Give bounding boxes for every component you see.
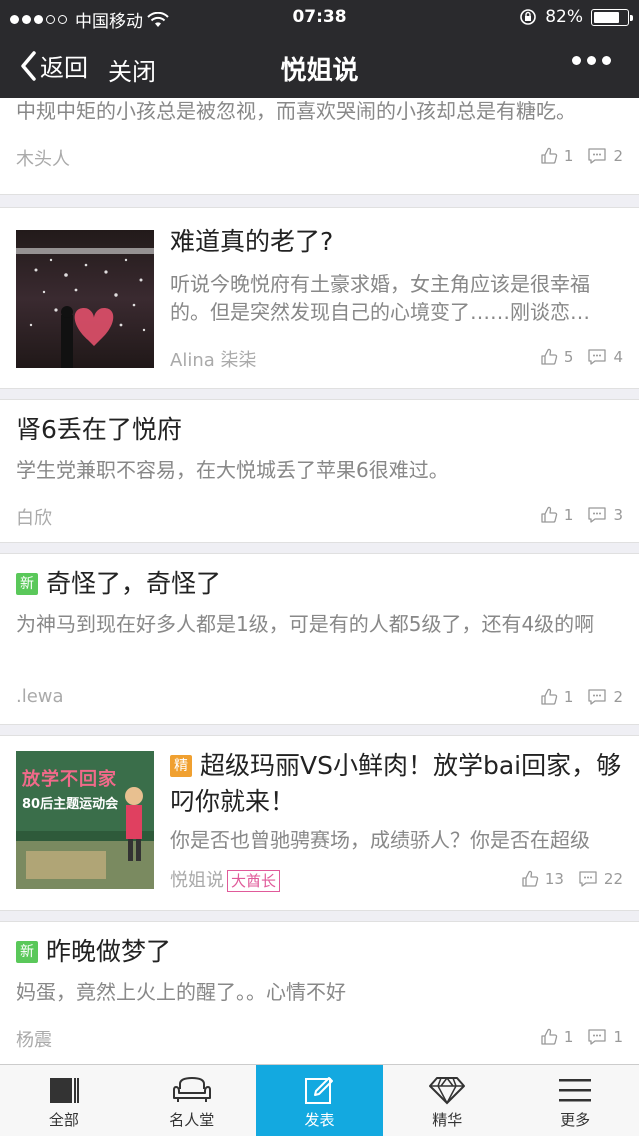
- tab-all[interactable]: 全部: [0, 1065, 128, 1136]
- post-excerpt: 学生党兼职不容易，在大悦城丢了苹果6很难过。: [16, 458, 449, 482]
- tab-label: 发表: [304, 1111, 335, 1129]
- post-card[interactable]: 放学不回家 80后主题运动会 精超级玛丽VS小鲜肉！放学bai回家，够叼你就来！…: [0, 735, 639, 911]
- post-card[interactable]: 难道真的老了? 听说今晚悦府有土豪求婚，女主角应该是很幸福的。但是突然发现自己的…: [0, 207, 639, 389]
- post-author[interactable]: 木头人: [16, 145, 70, 171]
- post-card[interactable]: 新奇怪了，奇怪了 为神马到现在好多人都是1级，可是有的人都5级了，还有4级的啊 …: [0, 553, 639, 725]
- post-author[interactable]: Alina 柒柒: [170, 346, 256, 372]
- new-badge: 新: [16, 941, 38, 963]
- post-title: 超级玛丽VS小鲜肉！放学bai回家，够叼你就来！: [170, 751, 622, 816]
- all-icon: [49, 1078, 79, 1103]
- post-author[interactable]: 悦姐说: [170, 870, 224, 891]
- comment-icon: [588, 1029, 607, 1045]
- post-title-row: 精超级玛丽VS小鲜肉！放学bai回家，够叼你就来！: [170, 748, 630, 820]
- tab-label: 更多: [560, 1111, 591, 1129]
- status-bar: 中国移动 07:38 82%: [0, 0, 639, 34]
- tab-compose[interactable]: 发表: [255, 1065, 384, 1136]
- post-title: 难道真的老了?: [170, 227, 334, 256]
- comment-count: 4: [613, 348, 623, 366]
- like-stat[interactable]: 5: [540, 348, 574, 366]
- battery-percent: 82%: [545, 7, 583, 27]
- post-author-row: 悦姐说 大酋长: [170, 866, 281, 892]
- sofa-icon: [172, 1076, 211, 1102]
- post-feed: 中规中矩的小孩总是被忽视，而喜欢哭闹的小孩却总是有糖吃。 木头人 1 2 难道真…: [0, 98, 639, 1064]
- featured-badge: 精: [170, 755, 192, 777]
- comment-icon: [588, 507, 607, 523]
- like-stat[interactable]: 1: [540, 506, 574, 524]
- tab-more[interactable]: 更多: [511, 1065, 639, 1136]
- thumbs-up-icon: [541, 688, 558, 705]
- battery-icon: [591, 8, 633, 26]
- thumbs-up-icon: [541, 1028, 558, 1045]
- post-title-row: 新昨晚做梦了: [16, 934, 171, 970]
- post-excerpt: 中规中矩的小孩总是被忽视，而喜欢哭闹的小孩却总是有糖吃。: [16, 99, 576, 123]
- post-author[interactable]: 杨震: [16, 1026, 52, 1052]
- rank-badge: 大酋长: [227, 870, 281, 892]
- like-stat[interactable]: 1: [540, 147, 574, 165]
- comment-stat[interactable]: 1: [587, 1028, 623, 1046]
- post-excerpt: 为神马到现在好多人都是1级，可是有的人都5级了，还有4级的啊: [16, 612, 595, 636]
- like-count: 13: [544, 870, 564, 888]
- comment-count: 22: [603, 870, 623, 888]
- thumbs-up-icon: [541, 506, 558, 523]
- like-count: 1: [563, 1028, 574, 1046]
- post-excerpt: 妈蛋，竟然上火上的醒了。。心情不好: [16, 980, 346, 1004]
- comment-icon: [579, 871, 597, 887]
- comment-icon: [588, 349, 607, 365]
- tab-featured[interactable]: 精华: [383, 1065, 511, 1136]
- thumb-caption-2: 80后主题运动会: [22, 797, 119, 812]
- tab-hall-of-fame[interactable]: 名人堂: [128, 1065, 256, 1136]
- post-author[interactable]: .lewa: [16, 686, 64, 707]
- thumb-caption-1: 放学不回家: [22, 769, 117, 790]
- post-excerpt: 你是否也曾驰骋赛场，成绩骄人？你是否在超级: [170, 828, 590, 852]
- like-count: 1: [563, 147, 574, 165]
- comment-stat[interactable]: 3: [587, 506, 623, 524]
- like-count: 1: [563, 506, 574, 524]
- tab-label: 全部: [48, 1111, 79, 1129]
- menu-icon: [559, 1079, 592, 1102]
- like-stat[interactable]: 13: [521, 870, 564, 888]
- diamond-icon: [429, 1077, 466, 1105]
- page-title: 悦姐说: [280, 56, 359, 86]
- like-stat[interactable]: 1: [540, 1028, 574, 1046]
- like-stat[interactable]: 1: [540, 688, 574, 706]
- thumbs-up-icon: [541, 348, 558, 365]
- post-thumbnail: [16, 230, 154, 368]
- comment-count: 2: [613, 147, 623, 165]
- post-card[interactable]: 中规中矩的小孩总是被忽视，而喜欢哭闹的小孩却总是有糖吃。 木头人 1 2: [0, 98, 639, 195]
- post-thumbnail: 放学不回家 80后主题运动会: [16, 751, 154, 889]
- post-author[interactable]: 白欣: [16, 504, 52, 530]
- comment-count: 1: [613, 1028, 623, 1046]
- tab-bar: 全部 名人堂 发表 精华 更多: [0, 1064, 639, 1136]
- tab-label: 精华: [432, 1111, 463, 1129]
- comment-icon: [588, 148, 607, 164]
- thumbs-up-icon: [541, 147, 558, 164]
- comment-count: 3: [613, 506, 623, 524]
- post-card[interactable]: 肾6丢在了悦府 学生党兼职不容易，在大悦城丢了苹果6很难过。 白欣 1 3: [0, 399, 639, 543]
- comment-stat[interactable]: 2: [587, 688, 623, 706]
- comment-stat[interactable]: 4: [587, 348, 623, 366]
- compose-icon: [305, 1077, 334, 1104]
- rotation-lock-icon: [520, 9, 537, 25]
- comment-icon: [588, 689, 607, 705]
- post-title: 昨晚做梦了: [46, 937, 172, 966]
- new-badge: 新: [16, 573, 38, 595]
- thumbs-up-icon: [522, 870, 539, 887]
- post-title: 肾6丢在了悦府: [16, 415, 182, 444]
- post-title: 奇怪了，奇怪了: [46, 569, 222, 598]
- more-options-button[interactable]: [572, 56, 611, 65]
- comment-stat[interactable]: 22: [578, 870, 623, 888]
- nav-bar: 返回 关闭 悦姐说: [0, 34, 639, 98]
- post-title-row: 新奇怪了，奇怪了: [16, 566, 221, 602]
- like-count: 5: [563, 348, 574, 366]
- post-excerpt: 听说今晚悦府有土豪求婚，女主角应该是很幸福的。但是突然发现自己的心境变了……刚谈…: [170, 272, 590, 324]
- tab-label: 名人堂: [169, 1111, 215, 1129]
- comment-count: 2: [613, 688, 623, 706]
- post-card[interactable]: 新昨晚做梦了 妈蛋，竟然上火上的醒了。。心情不好 杨震 1 1: [0, 921, 639, 1064]
- comment-stat[interactable]: 2: [587, 147, 623, 165]
- like-count: 1: [563, 688, 574, 706]
